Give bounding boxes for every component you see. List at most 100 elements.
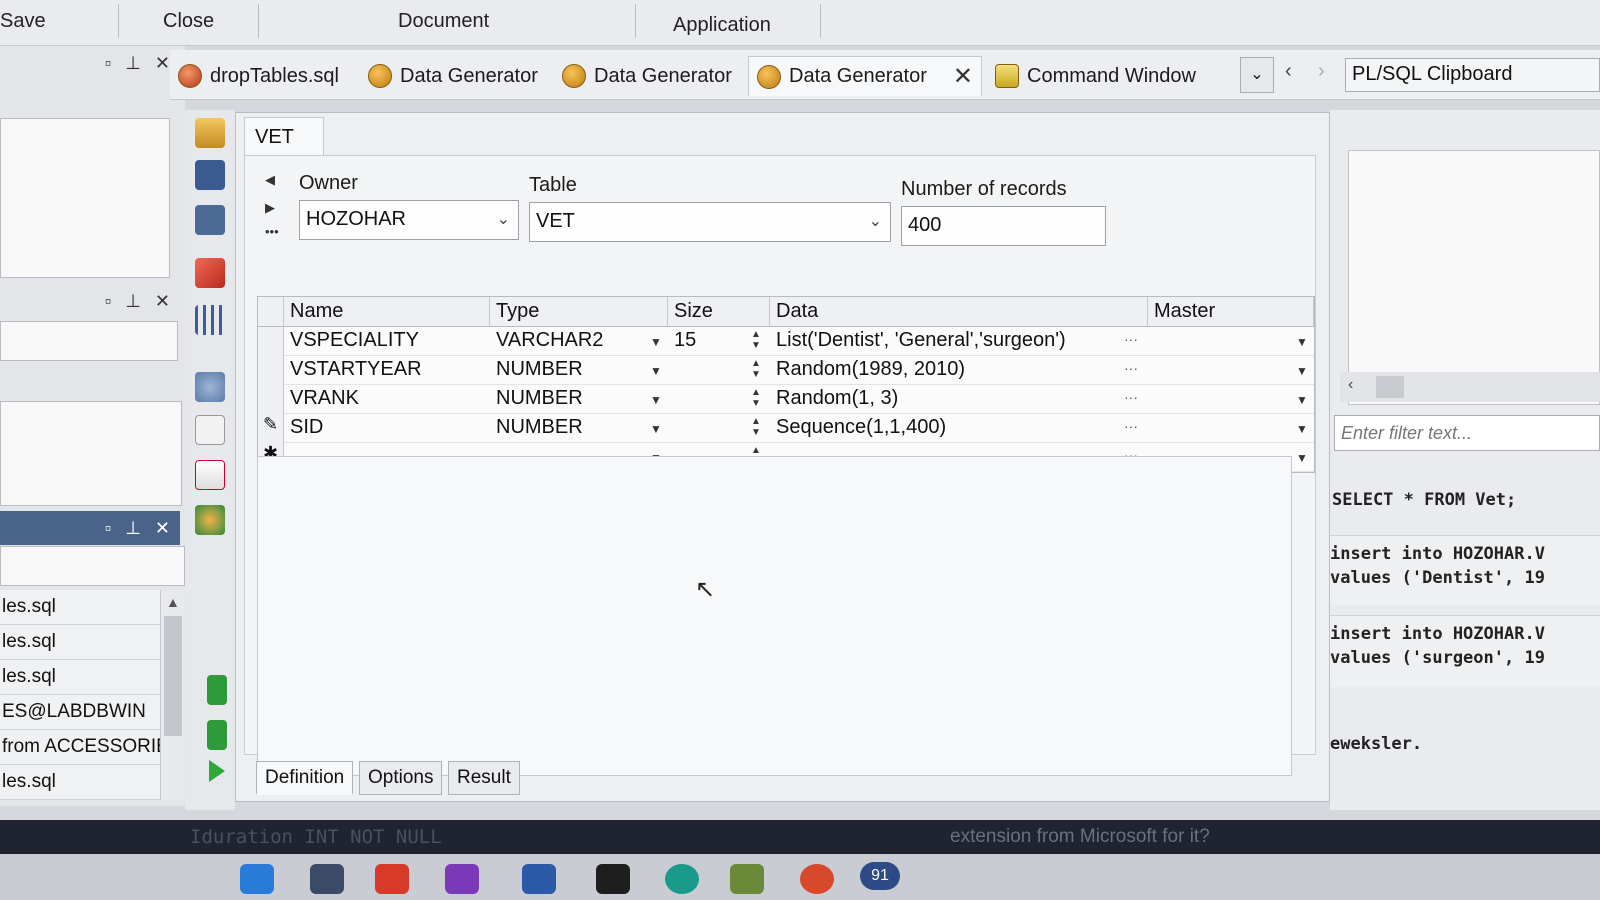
- new-document-icon[interactable]: [195, 415, 225, 445]
- table-row[interactable]: VSPECIALITY VARCHAR2 ▼ 15 ▲ ▼ List('Denti…: [258, 327, 1314, 356]
- pin-icon[interactable]: ⊥: [125, 518, 141, 539]
- column-header-size[interactable]: Size: [668, 297, 770, 327]
- tab-command-window[interactable]: Command Window: [995, 58, 1196, 94]
- cell-size[interactable]: [668, 414, 748, 443]
- chevron-down-icon[interactable]: ▼: [650, 335, 662, 349]
- clipboard-scrollbar[interactable]: ‹: [1340, 372, 1600, 402]
- app-icon[interactable]: [310, 864, 344, 894]
- cell-master[interactable]: [1148, 414, 1293, 443]
- owner-select[interactable]: HOZOHAR ⌄: [299, 200, 519, 240]
- left-panel-search[interactable]: [0, 546, 185, 586]
- tab-vet[interactable]: VET: [244, 117, 324, 155]
- restore-icon[interactable]: ▫: [105, 291, 111, 312]
- chevron-left-icon[interactable]: ‹: [1348, 376, 1353, 394]
- table-select[interactable]: VET ⌄: [529, 202, 891, 242]
- tab-list-dropdown[interactable]: ⌄: [1240, 57, 1274, 93]
- close-icon[interactable]: ✕: [155, 53, 170, 74]
- clipboard-entry[interactable]: insert into HOZOHAR.V values ('surgeon',…: [1330, 615, 1600, 687]
- chevron-down-icon[interactable]: ▼: [650, 393, 662, 407]
- tab-definition[interactable]: Definition: [256, 761, 354, 795]
- chevron-down-icon[interactable]: ▼: [1296, 422, 1308, 436]
- list-item[interactable]: ES@LABDBWIN: [0, 695, 165, 730]
- cell-size[interactable]: [668, 356, 748, 385]
- list-item[interactable]: les.sql: [0, 625, 165, 660]
- cell-name[interactable]: VSTARTYEAR: [284, 356, 490, 385]
- scrollbar-thumb[interactable]: [164, 616, 182, 736]
- delete-icon[interactable]: [195, 460, 225, 490]
- clipboard-entry[interactable]: insert into HOZOHAR.V values ('Dentist',…: [1330, 535, 1600, 605]
- size-spinner-icon[interactable]: ▲▼: [748, 358, 764, 382]
- menu-close[interactable]: Close: [163, 10, 214, 33]
- row-selector[interactable]: [258, 327, 284, 356]
- cell-type[interactable]: NUMBER: [490, 356, 650, 385]
- cell-size[interactable]: [668, 385, 748, 414]
- cell-type[interactable]: NUMBER: [490, 385, 650, 414]
- list-item[interactable]: les.sql: [0, 765, 165, 800]
- tab-droptables[interactable]: dropTables.sql: [178, 58, 339, 94]
- pin-icon[interactable]: ⊥: [125, 291, 141, 312]
- menu-application[interactable]: Application: [673, 14, 771, 37]
- chevron-down-icon[interactable]: ⌄: [869, 211, 882, 231]
- chevron-down-icon[interactable]: ▼: [1296, 335, 1308, 349]
- more-icon[interactable]: •••: [265, 224, 279, 239]
- chevron-down-icon[interactable]: ▼: [650, 364, 662, 378]
- app-icon[interactable]: [375, 864, 409, 894]
- generate-icon[interactable]: [195, 505, 225, 535]
- table-row[interactable]: VRANK NUMBER ▼ ▲ ▼ Random(1, 3) ··· ▼: [258, 385, 1314, 414]
- cell-type[interactable]: VARCHAR2: [490, 327, 650, 356]
- cell-master[interactable]: [1148, 327, 1293, 356]
- teams-icon[interactable]: [445, 864, 479, 894]
- left-panel-input[interactable]: [0, 321, 178, 361]
- chrome-icon[interactable]: [800, 864, 834, 894]
- table-row[interactable]: ✎ SID NUMBER ▼ ▲ ▼ Sequence(1,1,400) ··· …: [258, 414, 1314, 443]
- cell-type[interactable]: NUMBER: [490, 414, 650, 443]
- close-icon[interactable]: ✕: [155, 291, 170, 312]
- chevron-right-icon[interactable]: ›: [1318, 60, 1325, 83]
- tab-data-generator-1[interactable]: Data Generator: [368, 58, 538, 94]
- table-row[interactable]: VSTARTYEAR NUMBER ▼ ▲ ▼ Random(1989, 2010…: [258, 356, 1314, 385]
- tab-options[interactable]: Options: [359, 761, 443, 795]
- word-icon[interactable]: [522, 864, 556, 894]
- cell-data[interactable]: Random(1, 3): [770, 385, 1125, 414]
- list-item[interactable]: les.sql: [0, 590, 165, 625]
- column-header-name[interactable]: Name: [284, 297, 490, 327]
- chevron-down-icon[interactable]: ▼: [1296, 393, 1308, 407]
- save-icon[interactable]: [195, 160, 225, 190]
- size-spinner-icon[interactable]: ▲▼: [748, 329, 764, 353]
- filter-input[interactable]: Enter filter text...: [1334, 415, 1600, 451]
- restore-icon[interactable]: ▫: [105, 53, 111, 74]
- ellipsis-icon[interactable]: ···: [1124, 331, 1138, 347]
- app-icon[interactable]: [730, 864, 764, 894]
- tab-result[interactable]: Result: [448, 761, 520, 795]
- notification-badge[interactable]: 91: [860, 862, 900, 890]
- chevron-down-icon[interactable]: ⌄: [497, 209, 510, 229]
- cell-master[interactable]: [1148, 356, 1293, 385]
- menu-save[interactable]: Save: [0, 10, 46, 33]
- column-header-type[interactable]: Type: [490, 297, 668, 327]
- column-header-data[interactable]: Data: [770, 297, 1148, 327]
- cell-data[interactable]: Sequence(1,1,400): [770, 414, 1125, 443]
- row-selector[interactable]: [258, 385, 284, 414]
- cell-master[interactable]: [1148, 385, 1293, 414]
- tab-data-generator-active[interactable]: Data Generator ✕: [748, 56, 982, 96]
- cell-name[interactable]: VRANK: [284, 385, 490, 414]
- find-icon[interactable]: [195, 372, 225, 402]
- menu-document[interactable]: Document: [398, 10, 489, 33]
- edit-pencil-icon[interactable]: ✎: [258, 414, 284, 443]
- close-icon[interactable]: ✕: [155, 518, 170, 539]
- column-header-master[interactable]: Master: [1148, 297, 1314, 327]
- restore-icon[interactable]: ▫: [105, 518, 111, 539]
- run-to-icon[interactable]: [207, 720, 227, 750]
- edge-icon[interactable]: [665, 864, 699, 894]
- next-arrow-icon[interactable]: ▶: [265, 200, 275, 216]
- tab-data-generator-2[interactable]: Data Generator: [562, 58, 732, 94]
- cell-name[interactable]: SID: [284, 414, 490, 443]
- chevron-up-icon[interactable]: ▲: [166, 594, 180, 610]
- cell-data[interactable]: Random(1989, 2010): [770, 356, 1125, 385]
- chevron-down-icon[interactable]: ▼: [1296, 451, 1308, 465]
- scrollbar-thumb[interactable]: [1376, 376, 1404, 398]
- cell-name[interactable]: VSPECIALITY: [284, 327, 490, 356]
- chevron-down-icon[interactable]: ▼: [1296, 364, 1308, 378]
- columns-icon[interactable]: [195, 305, 225, 335]
- records-input[interactable]: 400: [901, 206, 1106, 246]
